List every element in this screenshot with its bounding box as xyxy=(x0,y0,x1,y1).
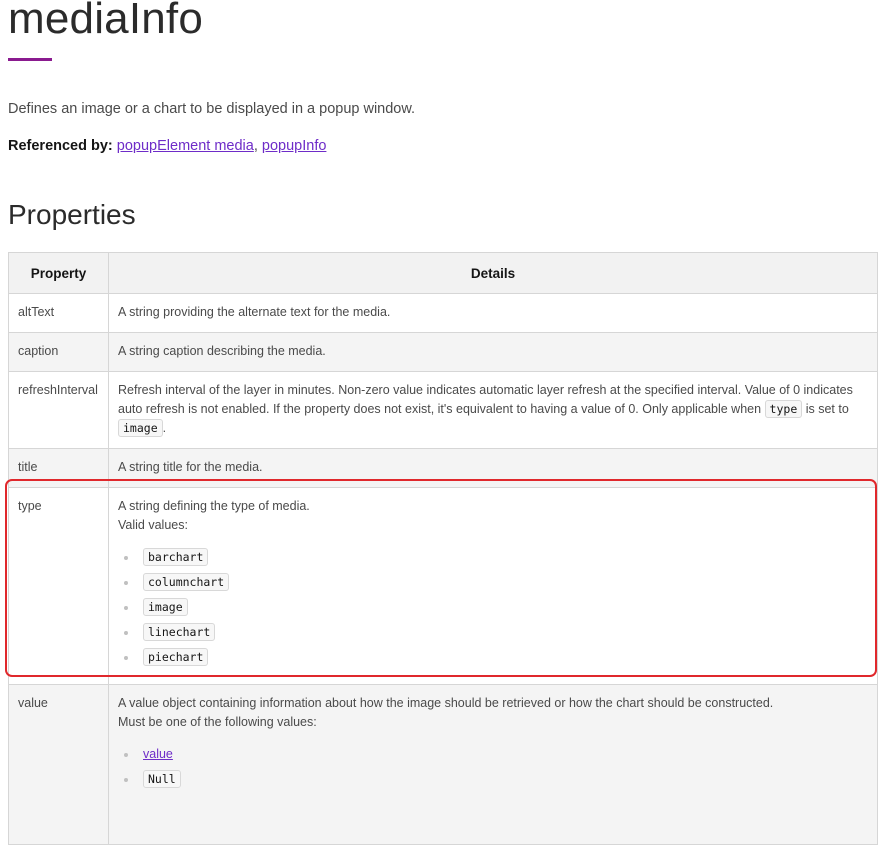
property-details: A string caption describing the media. xyxy=(108,332,878,372)
table-row-alttext: altText A string providing the alternate… xyxy=(8,293,878,333)
list-item: piechart xyxy=(124,648,868,673)
link-popupinfo[interactable]: popupInfo xyxy=(262,138,327,154)
property-name: title xyxy=(8,448,109,488)
value-code: columnchart xyxy=(143,573,230,591)
list-item: linechart xyxy=(124,623,868,648)
value-code: linechart xyxy=(143,623,216,641)
property-details: A value object containing information ab… xyxy=(108,684,878,845)
property-details: Refresh interval of the layer in minutes… xyxy=(108,371,878,449)
code-image: image xyxy=(118,419,163,437)
code-type: type xyxy=(764,400,803,418)
property-name: refreshInterval xyxy=(8,371,109,449)
header-details: Details xyxy=(108,252,878,294)
must-be-label: Must be one of the following values: xyxy=(118,715,317,729)
referenced-by: Referenced by: popupElement media, popup… xyxy=(8,138,326,154)
value-code: barchart xyxy=(143,548,209,566)
property-details: A string defining the type of media. Val… xyxy=(108,487,878,685)
details-text: is set to xyxy=(802,402,849,416)
page-title: mediaInfo xyxy=(8,0,204,43)
table-row-caption: caption A string caption describing the … xyxy=(8,332,878,372)
property-name: altText xyxy=(8,293,109,333)
header-property: Property xyxy=(8,252,109,294)
details-text: . xyxy=(162,421,167,435)
list-item: columnchart xyxy=(124,573,868,598)
details-text: A string defining the type of media. xyxy=(118,499,310,513)
list-item: value xyxy=(124,745,868,770)
property-name: type xyxy=(8,487,109,685)
table-row-refreshinterval: refreshInterval Refresh interval of the … xyxy=(8,371,878,449)
value-code: piechart xyxy=(143,648,209,666)
allowed-values-list: value Null xyxy=(118,745,868,795)
link-popupelement-media[interactable]: popupElement media xyxy=(117,138,254,154)
list-item: Null xyxy=(124,770,868,795)
property-name: value xyxy=(8,684,109,845)
details-text: A value object containing information ab… xyxy=(118,696,774,710)
title-underline xyxy=(8,58,52,61)
value-code: Null xyxy=(143,770,181,788)
properties-table: Property Details altText A string provid… xyxy=(8,252,878,845)
referenced-by-label: Referenced by: xyxy=(8,138,113,154)
valid-values-list: barchart columnchart image linechart pie… xyxy=(118,548,868,673)
property-name: caption xyxy=(8,332,109,372)
table-row-title: title A string title for the media. xyxy=(8,448,878,488)
list-item: image xyxy=(124,598,868,623)
table-header-row: Property Details xyxy=(8,252,878,294)
property-details: A string providing the alternate text fo… xyxy=(108,293,878,333)
valid-values-label: Valid values: xyxy=(118,518,188,532)
table-row-type: type A string defining the type of media… xyxy=(8,487,878,685)
table-row-value: value A value object containing informat… xyxy=(8,684,878,845)
value-code: image xyxy=(143,598,188,616)
details-text: Refresh interval of the layer in minutes… xyxy=(118,383,853,416)
page-description: Defines an image or a chart to be displa… xyxy=(8,101,416,117)
section-title-properties: Properties xyxy=(8,199,136,230)
property-details: A string title for the media. xyxy=(108,448,878,488)
referenced-separator: , xyxy=(253,138,262,154)
link-value[interactable]: value xyxy=(143,747,173,761)
list-item: barchart xyxy=(124,548,868,573)
